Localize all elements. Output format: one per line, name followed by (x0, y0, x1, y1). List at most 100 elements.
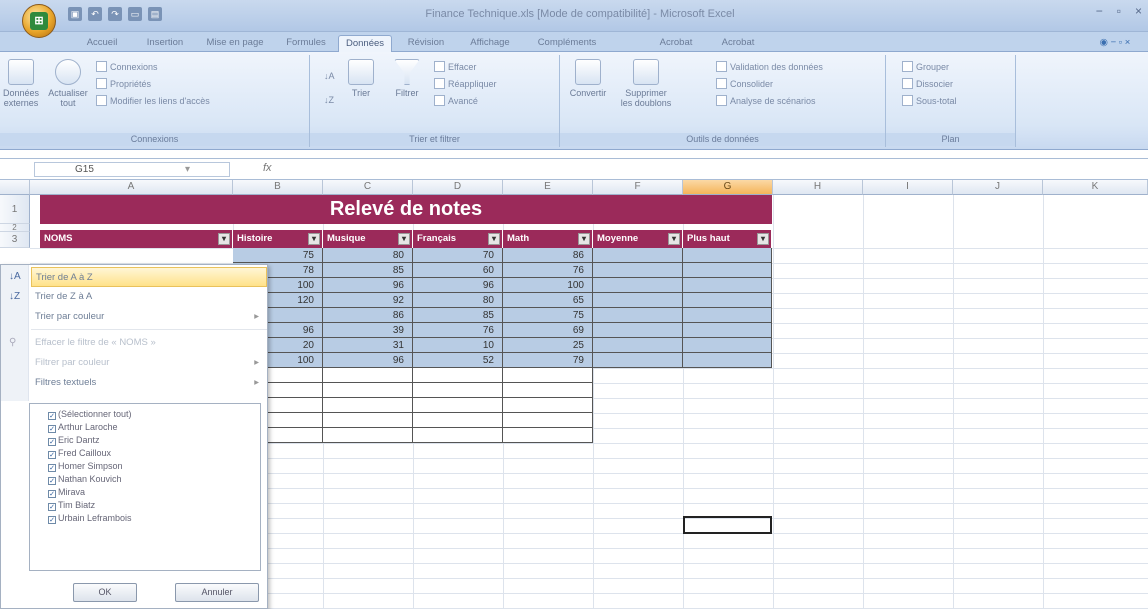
active-cell-selection[interactable] (683, 516, 772, 534)
maximize-button[interactable]: ▫ (1117, 4, 1121, 18)
row-header[interactable]: 2 (0, 224, 30, 232)
checkbox-item[interactable]: ✓ Urbain Leframbois (48, 512, 132, 525)
help-icon[interactable]: ◉ − ▫ × (1090, 35, 1140, 52)
table-cell-empty[interactable] (593, 293, 683, 308)
row-header[interactable]: 1 (0, 195, 30, 224)
table-cell-empty[interactable] (593, 338, 683, 353)
sort-az-icon[interactable]: ↓A (324, 71, 335, 81)
table-cell-empty[interactable] (413, 428, 503, 443)
table-cell-empty[interactable] (593, 308, 683, 323)
table-cell[interactable]: 76 (413, 323, 503, 338)
tab-mise-en-page[interactable]: Mise en page (200, 35, 270, 52)
table-cell[interactable]: 86 (323, 308, 413, 323)
filter-dropdown-icon[interactable]: ▾ (308, 233, 320, 245)
column-header[interactable]: K (1043, 180, 1148, 195)
group-button[interactable]: Grouper (902, 61, 949, 72)
filter-dropdown-icon[interactable]: ▾ (398, 233, 410, 245)
column-header[interactable]: E (503, 180, 593, 195)
subtotal-button[interactable]: Sous-total (902, 95, 957, 106)
table-cell-empty[interactable] (503, 368, 593, 383)
checkbox-item[interactable]: ✓ Arthur Laroche (48, 421, 118, 434)
select-all-corner[interactable] (0, 180, 30, 195)
table-cell[interactable]: 86 (503, 248, 593, 263)
table-cell[interactable]: 100 (503, 278, 593, 293)
table-cell[interactable]: 60 (413, 263, 503, 278)
table-cell-empty[interactable] (413, 368, 503, 383)
table-cell-empty[interactable] (593, 278, 683, 293)
filter-dropdown-icon[interactable]: ▾ (578, 233, 590, 245)
column-header[interactable]: C (323, 180, 413, 195)
table-cell-empty[interactable] (323, 413, 413, 428)
checkbox-item[interactable]: ✓ Nathan Kouvich (48, 473, 122, 486)
table-cell[interactable]: 96 (323, 353, 413, 368)
convert-button[interactable]: Convertir (566, 59, 610, 98)
column-header-selected[interactable]: G (683, 180, 773, 195)
table-cell[interactable]: 10 (413, 338, 503, 353)
menu-text-filters[interactable]: Filtres textuels ▸ (31, 373, 267, 393)
filter-dropdown-icon[interactable]: ▾ (668, 233, 680, 245)
table-cell-empty[interactable] (503, 428, 593, 443)
save-icon[interactable]: ▣ (68, 7, 82, 21)
header-cell-plus-haut[interactable]: Plus haut ▾ (683, 230, 772, 248)
header-cell-francais[interactable]: Français ▾ (413, 230, 503, 248)
table-cell[interactable]: 70 (413, 248, 503, 263)
table-cell[interactable]: 96 (323, 278, 413, 293)
table-cell[interactable]: 92 (323, 293, 413, 308)
table-cell-empty[interactable] (503, 398, 593, 413)
table-cell[interactable]: 65 (503, 293, 593, 308)
fx-icon[interactable]: fx (263, 162, 272, 174)
undo-icon[interactable]: ↶ (88, 7, 102, 21)
name-box[interactable]: G15 ▾ (34, 162, 230, 177)
table-cell-empty[interactable] (683, 278, 772, 293)
connections-button[interactable]: Connexions (96, 61, 158, 72)
ungroup-button[interactable]: Dissocier (902, 78, 953, 89)
table-cell-empty[interactable] (413, 413, 503, 428)
consolidate-button[interactable]: Consolider (716, 78, 773, 89)
table-cell[interactable]: 76 (503, 263, 593, 278)
table-cell-empty[interactable] (683, 323, 772, 338)
table-cell[interactable]: 75 (503, 308, 593, 323)
sort-button[interactable]: Trier (344, 59, 378, 98)
remove-duplicates-button[interactable]: Supprimer les doublons (620, 59, 672, 108)
external-data-button[interactable]: Données externes (2, 59, 40, 108)
table-cell-empty[interactable] (323, 398, 413, 413)
menu-sort-z-a[interactable]: Trier de Z à A (31, 287, 267, 307)
office-button[interactable]: ⊞ (22, 4, 56, 38)
table-cell[interactable]: 52 (413, 353, 503, 368)
menu-sort-by-color[interactable]: Trier par couleur ▸ (31, 307, 267, 327)
table-cell-empty[interactable] (683, 293, 772, 308)
data-validation-button[interactable]: Validation des données (716, 61, 823, 72)
column-header[interactable]: A (30, 180, 233, 195)
tab-revision[interactable]: Révision (400, 35, 452, 52)
minimize-button[interactable]: − (1096, 4, 1103, 18)
table-cell-empty[interactable] (593, 353, 683, 368)
what-if-button[interactable]: Analyse de scénarios (716, 95, 816, 106)
cancel-button[interactable]: Annuler (175, 583, 259, 602)
refresh-all-button[interactable]: Actualiser tout (46, 59, 90, 108)
ok-button[interactable]: OK (73, 583, 137, 602)
menu-sort-a-z[interactable]: Trier de A à Z (31, 267, 267, 287)
tab-acrobat[interactable]: Acrobat (650, 35, 702, 52)
checkbox-item[interactable]: ✓ Homer Simpson (48, 460, 123, 473)
table-cell-empty[interactable] (593, 323, 683, 338)
header-cell-math[interactable]: Math ▾ (503, 230, 593, 248)
column-header[interactable]: F (593, 180, 683, 195)
header-cell-musique[interactable]: Musique ▾ (323, 230, 413, 248)
filter-dropdown-icon[interactable]: ▾ (218, 233, 230, 245)
redo-icon[interactable]: ↷ (108, 7, 122, 21)
clear-button[interactable]: Effacer (434, 61, 476, 72)
edit-links-button[interactable]: Modifier les liens d'accès (96, 95, 210, 106)
filter-dropdown-icon[interactable]: ▾ (488, 233, 500, 245)
tab-affichage[interactable]: Affichage (460, 35, 520, 52)
table-cell[interactable]: 96 (413, 278, 503, 293)
table-cell-empty[interactable] (593, 263, 683, 278)
column-header[interactable]: H (773, 180, 863, 195)
close-button[interactable]: × (1135, 4, 1142, 18)
filter-checklist[interactable]: ✓ (Sélectionner tout) ✓ Arthur Laroche ✓ Er… (29, 403, 261, 571)
table-cell-empty[interactable] (503, 413, 593, 428)
checkbox-item[interactable]: ✓ Mirava (48, 486, 85, 499)
checkbox-item[interactable]: ✓ Eric Dantz (48, 434, 100, 447)
tab-complements[interactable]: Compléments (530, 35, 604, 52)
table-cell[interactable]: 85 (323, 263, 413, 278)
table-cell-empty[interactable] (503, 383, 593, 398)
